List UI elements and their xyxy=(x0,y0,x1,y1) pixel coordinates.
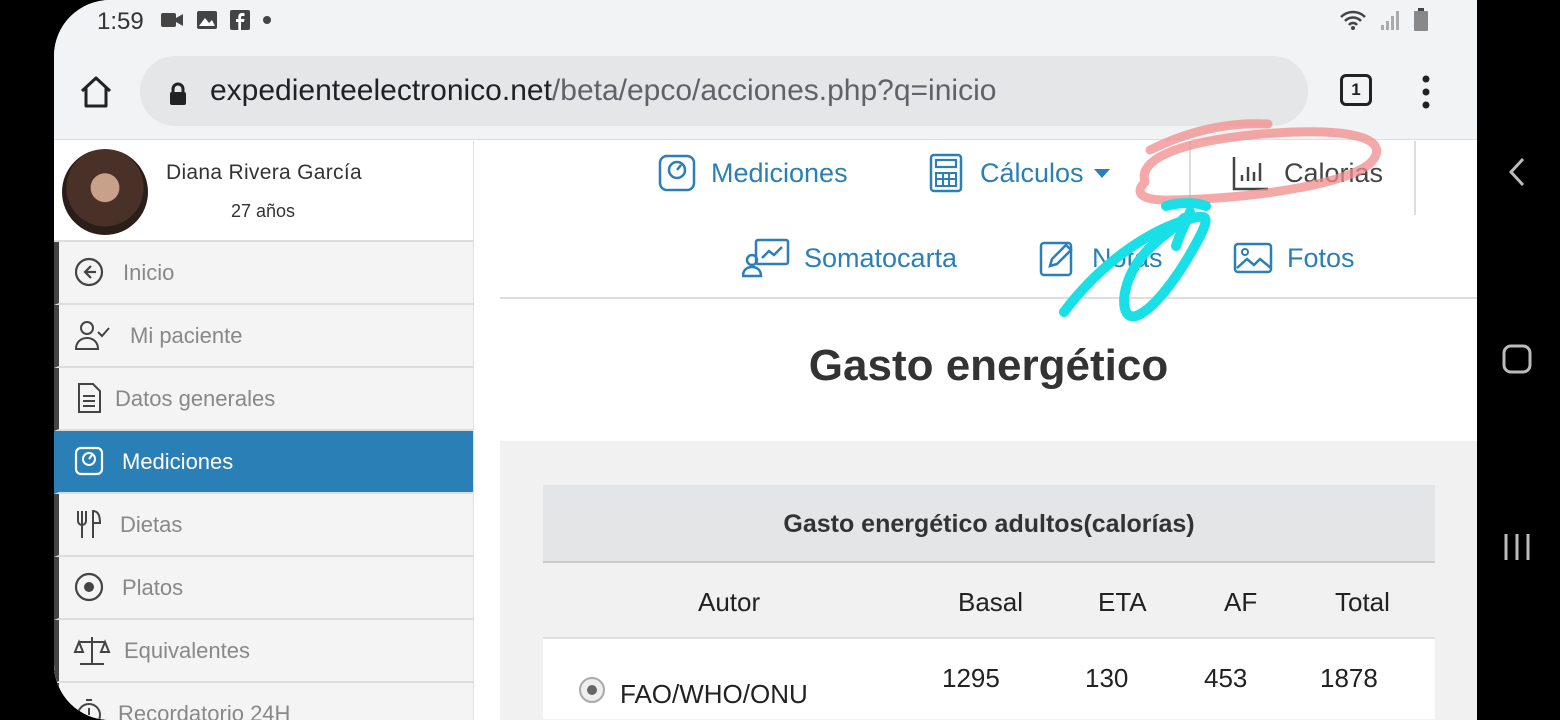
table-caption: Gasto energético adultos(calorías) xyxy=(543,485,1435,563)
tab-fotos[interactable]: Fotos xyxy=(1233,238,1355,278)
sidebar-item-mediciones[interactable]: Mediciones xyxy=(54,431,473,494)
document-icon xyxy=(78,383,101,413)
column-header-af: AF xyxy=(1224,587,1258,617)
page-title: Gasto energético xyxy=(808,341,1169,390)
sidebar-item-label: Mi paciente xyxy=(130,323,243,348)
bar-chart-icon xyxy=(1232,157,1268,191)
tab-notas[interactable]: Notas xyxy=(1038,238,1163,278)
arrow-left-circle-icon xyxy=(74,257,104,287)
battery-icon xyxy=(1414,8,1428,31)
sidebar-item-label: Dietas xyxy=(120,512,183,537)
video-camera-icon xyxy=(161,13,183,27)
scale-icon xyxy=(658,154,696,192)
sidebar-item-label: Platos xyxy=(122,575,184,600)
column-header-basal: Basal xyxy=(958,587,1024,617)
facebook-icon xyxy=(230,10,250,30)
phone-screen: 1:59 expedienteelectronico.net/beta/epco… xyxy=(54,0,1477,720)
dot-circle-icon xyxy=(74,572,104,602)
recents-icon[interactable] xyxy=(1503,532,1531,562)
main-content: Mediciones Cálculos Calorias Somatocarta… xyxy=(500,141,1477,720)
home-icon[interactable] xyxy=(78,74,114,110)
chart-user-icon xyxy=(742,238,790,278)
scale-icon xyxy=(74,446,104,476)
avatar xyxy=(62,149,148,235)
utensils-icon xyxy=(77,509,102,538)
sidebar-item-datos-generales[interactable]: Datos generales xyxy=(54,368,473,431)
tab-label: Cálculos xyxy=(980,157,1084,188)
content-panel: Gasto energético adultos(calorías) Autor… xyxy=(500,441,1477,720)
calculator-icon xyxy=(929,153,963,193)
edit-icon xyxy=(1039,241,1073,277)
sidebar-item-label: Recordatorio 24H xyxy=(118,701,291,720)
image-icon xyxy=(197,11,217,29)
tab-label: Mediciones xyxy=(711,157,848,188)
address-bar[interactable]: expedienteelectronico.net/beta/epco/acci… xyxy=(140,56,1308,126)
user-check-icon xyxy=(74,321,110,350)
status-bar: 1:59 xyxy=(54,0,1477,44)
patient-age: 27 años xyxy=(231,201,296,221)
image-icon xyxy=(1233,242,1273,274)
sidebar-item-label: Equivalentes xyxy=(124,638,250,663)
tab-switcher-button[interactable]: 1 xyxy=(1340,74,1372,106)
tab-mediciones[interactable]: Mediciones xyxy=(657,153,848,193)
tab-label: Somatocarta xyxy=(804,242,958,273)
formula-radio[interactable] xyxy=(579,677,605,703)
sidebar: Diana Rivera García 27 años Inicio Mi pa… xyxy=(54,141,474,720)
cell-autor: FAO/WHO/ONU xyxy=(620,679,808,709)
sidebar-item-dietas[interactable]: Dietas xyxy=(54,494,473,557)
patient-name: Diana Rivera García xyxy=(166,161,362,184)
tab-divider xyxy=(1414,141,1416,215)
sidebar-item-equivalentes[interactable]: Equivalentes xyxy=(54,620,473,683)
back-icon[interactable] xyxy=(1507,156,1527,188)
browser-toolbar: expedienteelectronico.net/beta/epco/acci… xyxy=(54,44,1477,140)
tab-label: Calorias xyxy=(1284,157,1384,188)
sidebar-item-recordatorio[interactable]: Recordatorio 24H xyxy=(54,683,473,720)
lock-icon xyxy=(170,82,186,105)
url-text: expedienteelectronico.net/beta/epco/acci… xyxy=(210,74,996,108)
tab-divider xyxy=(1189,141,1191,215)
cell-af: 453 xyxy=(1204,663,1248,693)
energy-table: Gasto energético adultos(calorías) Autor… xyxy=(543,485,1435,719)
tab-calculos[interactable]: Cálculos xyxy=(926,153,1110,193)
cell-eta: 130 xyxy=(1085,663,1129,693)
column-header-total: Total xyxy=(1335,587,1390,617)
cell-basal: 1295 xyxy=(942,663,1000,693)
sidebar-item-label: Mediciones xyxy=(122,449,234,474)
notification-dot-icon xyxy=(263,16,271,24)
cell-total: 1878 xyxy=(1320,663,1378,693)
home-nav-icon[interactable] xyxy=(1502,344,1532,374)
profile-card: Diana Rivera García 27 años xyxy=(54,141,473,242)
more-menu-icon[interactable] xyxy=(1420,74,1432,110)
sidebar-item-platos[interactable]: Platos xyxy=(54,557,473,620)
tab-calorias[interactable]: Calorias xyxy=(1230,153,1383,193)
wifi-icon xyxy=(1340,10,1366,30)
column-header-eta: ETA xyxy=(1098,587,1147,617)
url-domain: expedienteelectronico.net xyxy=(210,74,552,107)
section-tabs: Mediciones Cálculos Calorias Somatocarta… xyxy=(500,141,1477,299)
sidebar-item-label: Datos generales xyxy=(115,386,276,411)
signal-icon xyxy=(1381,11,1399,30)
url-path: /beta/epco/acciones.php?q=inicio xyxy=(551,74,997,107)
tab-label: Fotos xyxy=(1287,242,1355,273)
stopwatch-icon xyxy=(77,699,101,720)
sidebar-item-mi-paciente[interactable]: Mi paciente xyxy=(54,305,473,368)
sidebar-item-label: Inicio xyxy=(123,260,175,285)
column-header-autor: Autor xyxy=(698,587,761,617)
android-nav-bar xyxy=(1477,0,1560,720)
balance-icon xyxy=(73,637,111,665)
table-header-row: Autor Basal ETA AF Total xyxy=(543,563,1435,639)
tab-label: Notas xyxy=(1092,242,1163,273)
status-time: 1:59 xyxy=(97,8,144,35)
sidebar-item-inicio[interactable]: Inicio xyxy=(54,242,473,305)
chevron-down-icon xyxy=(1093,168,1110,178)
tab-somatocarta[interactable]: Somatocarta xyxy=(742,238,957,278)
table-row[interactable]: FAO/WHO/ONU 1295 130 453 1878 xyxy=(543,639,1435,719)
